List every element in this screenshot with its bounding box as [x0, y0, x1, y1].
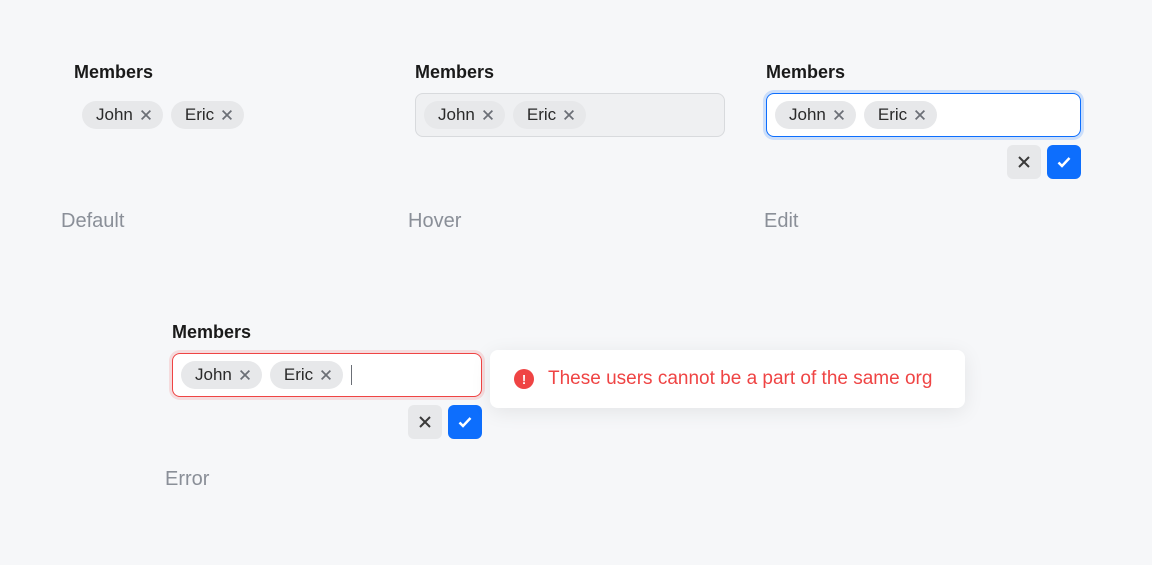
tag-text: Eric — [185, 105, 214, 125]
edit-actions — [172, 405, 482, 439]
state-label-default: Default — [61, 210, 124, 233]
tag-text: John — [96, 105, 133, 125]
cancel-button[interactable] — [1007, 145, 1041, 179]
member-tag: John — [82, 101, 163, 129]
check-icon — [1056, 154, 1072, 170]
close-icon — [417, 414, 433, 430]
tag-input-container[interactable]: John Eric — [766, 93, 1081, 137]
tag-text: John — [789, 105, 826, 125]
members-field-error: Members John Eric — [172, 322, 482, 439]
tag-input-container[interactable]: John Eric — [415, 93, 725, 137]
member-tag: Eric — [864, 101, 937, 129]
close-icon[interactable] — [481, 108, 495, 122]
members-field-default: Members John Eric — [74, 62, 384, 137]
member-tag: Eric — [171, 101, 244, 129]
member-tag: John — [424, 101, 505, 129]
close-icon[interactable] — [238, 368, 252, 382]
close-icon[interactable] — [913, 108, 927, 122]
tag-text: Eric — [878, 105, 907, 125]
close-icon — [1016, 154, 1032, 170]
confirm-button[interactable] — [448, 405, 482, 439]
field-label: Members — [74, 62, 384, 83]
error-toast: ! These users cannot be a part of the sa… — [490, 350, 965, 408]
field-label: Members — [766, 62, 1081, 83]
members-field-edit: Members John Eric — [766, 62, 1081, 179]
member-tag: John — [181, 361, 262, 389]
tag-text: John — [438, 105, 475, 125]
state-label-hover: Hover — [408, 210, 461, 233]
confirm-button[interactable] — [1047, 145, 1081, 179]
tag-text: Eric — [527, 105, 556, 125]
field-label: Members — [415, 62, 725, 83]
error-message: These users cannot be a part of the same… — [548, 368, 932, 390]
members-field-hover: Members John Eric — [415, 62, 725, 137]
field-label: Members — [172, 322, 482, 343]
edit-actions — [766, 145, 1081, 179]
tag-text: Eric — [284, 365, 313, 385]
close-icon[interactable] — [319, 368, 333, 382]
state-label-error: Error — [165, 468, 209, 491]
tag-text: John — [195, 365, 232, 385]
close-icon[interactable] — [220, 108, 234, 122]
check-icon — [457, 414, 473, 430]
member-tag: John — [775, 101, 856, 129]
close-icon[interactable] — [139, 108, 153, 122]
member-tag: Eric — [513, 101, 586, 129]
close-icon[interactable] — [832, 108, 846, 122]
error-icon: ! — [514, 369, 534, 389]
tag-input-container[interactable]: John Eric — [172, 353, 482, 397]
close-icon[interactable] — [562, 108, 576, 122]
member-tag: Eric — [270, 361, 343, 389]
cancel-button[interactable] — [408, 405, 442, 439]
state-label-edit: Edit — [764, 210, 798, 233]
tag-input-container[interactable]: John Eric — [74, 93, 384, 137]
text-cursor — [351, 365, 352, 385]
